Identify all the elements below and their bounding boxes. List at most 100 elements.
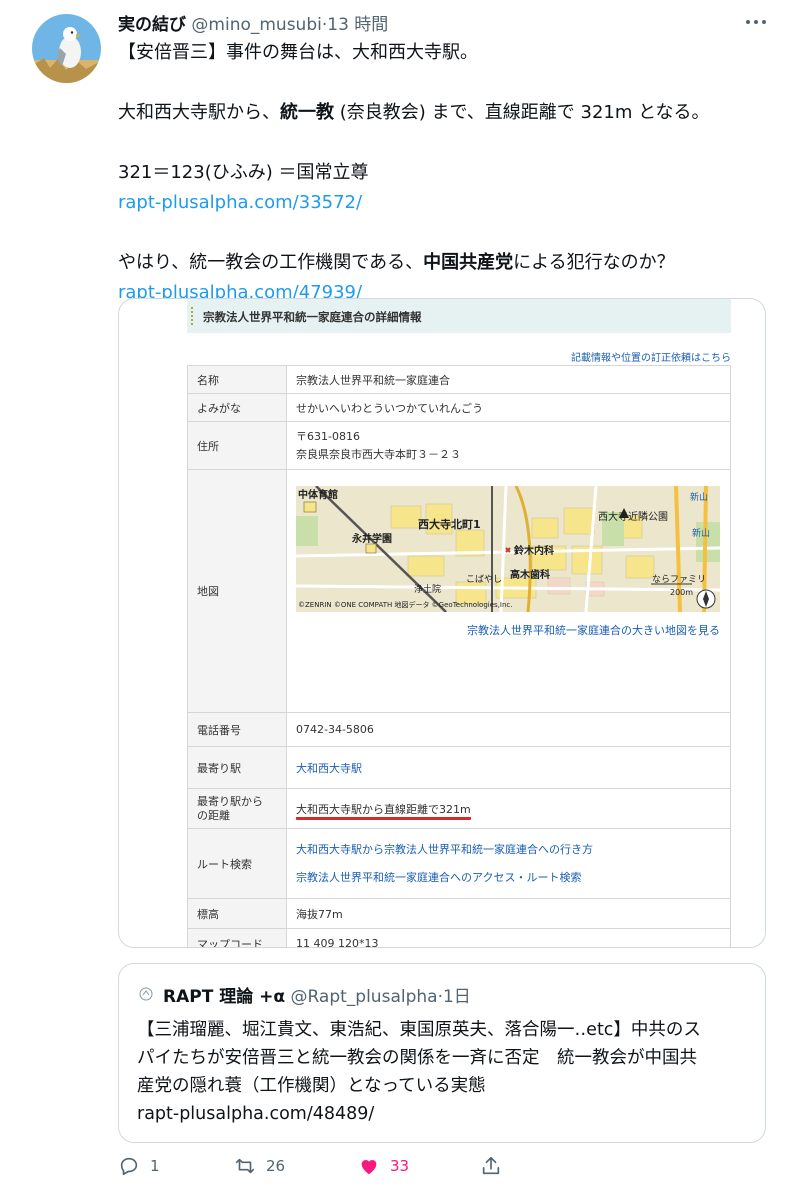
map-label-gym: 中体育館 (298, 490, 338, 501)
quoted-time: 1日 (442, 987, 471, 1007)
retweet-count: 26 (266, 1157, 286, 1175)
quoted-line-3: 産党の隠れ蓑（工作機関）となっている実態 (137, 1076, 486, 1096)
tweet-actions: 1 26 33 (118, 1152, 518, 1182)
row-key: 電話番号 (187, 712, 287, 747)
distance-value-underlined: 大和西大寺駅から直線距離で321m (296, 802, 471, 820)
quoted-text: 【三浦瑠麗、堀江貴文、東浩紀、東国原英夫、落合陽一‥etc】中共のス パイたちが… (137, 1016, 757, 1128)
share-icon (482, 1156, 500, 1175)
table-row: ルート検索 大和西大寺駅から宗教法人世界平和統一家庭連合への行き方 宗教法人世界… (187, 828, 731, 899)
tweet-line-1: 【安倍晋三】事件の舞台は、大和西大寺駅。 (118, 42, 478, 63)
author-handle[interactable]: @mino_musubi (191, 15, 321, 35)
row-value: 宗教法人世界平和統一家庭連合 (286, 365, 731, 394)
table-row: 電話番号 0742-34-5806 (187, 712, 731, 747)
tweet-line-2-bold: 統一教 (280, 102, 334, 123)
quoted-line-1: 【三浦瑠麗、堀江貴文、東浩紀、東国原英夫、落合陽一‥etc】中共のス (137, 1020, 701, 1040)
tweet-line-2-c: (奈良教会) まで、直線距離で 321m となる。 (334, 102, 710, 123)
station-link[interactable]: 大和西大寺駅 (286, 746, 731, 789)
table-row: よみがな せかいへいわとういつかていれんごう (187, 393, 731, 422)
tweet-link-1[interactable]: rapt-plusalpha.com/33572/ (118, 188, 778, 218)
map-scale: 200m (670, 588, 694, 597)
quoted-header: RAPT 理論 +α @Rapt_plusalpha·1日 (163, 982, 471, 1007)
retweet-icon (235, 1158, 255, 1174)
more-options-icon[interactable] (744, 14, 768, 28)
tweet-line-2-a: 大和西大寺駅から、 (118, 102, 280, 123)
row-value: 大和西大寺駅から直線距離で321m (286, 788, 731, 829)
like-count: 33 (390, 1157, 410, 1175)
tweet-line-4-bold: 中国共産党 (423, 252, 514, 273)
tweet-header: 実の結び @mino_musubi·13 時間 (118, 10, 388, 35)
row-key: 住所 (187, 421, 287, 470)
row-key: 最寄り駅 (187, 746, 287, 789)
row-value: 大和西大寺駅から宗教法人世界平和統一家庭連合への行き方 宗教法人世界平和統一家庭… (286, 828, 731, 899)
info-title: 宗教法人世界平和統一家庭連合の詳細情報 (203, 310, 422, 324)
row-value: 海抜77m (286, 898, 731, 929)
avatar-seagull-image (32, 14, 101, 83)
table-row: 住所 〒631-0816 奈良県奈良市西大寺本町３－２３ (187, 421, 731, 470)
quoted-avatar-icon (139, 986, 153, 1001)
info-title-bar: 宗教法人世界平和統一家庭連合の詳細情報 (187, 299, 731, 333)
row-key: よみがな (187, 393, 287, 422)
table-row: 名称 宗教法人世界平和統一家庭連合 (187, 365, 731, 394)
row-value-map: 中体育館 永井学園 西大寺北町1 西大寺近隣公園 鈴木内科 高木歯科 こばやし … (286, 469, 731, 713)
map-label-town: 西大寺北町1 (418, 518, 481, 531)
tweet-line-3: 321＝123(ひふみ) ＝国常立尊 (118, 162, 369, 183)
tweet-time[interactable]: 13 時間 (327, 15, 388, 35)
tweet-line-4-c: による犯行なのか？ (513, 252, 675, 273)
table-row: 標高 海抜77m (187, 898, 731, 929)
map-label-dental: 高木歯科 (510, 570, 550, 581)
quoted-line-2: パイたちが安倍晋三と統一教会の関係を一斉に否定 統一教会が中国共 (137, 1048, 697, 1068)
row-key: ルート検索 (187, 828, 287, 899)
row-key: マップコード (187, 928, 287, 947)
map-label-clinic: 鈴木内科 (514, 546, 554, 557)
share-button[interactable] (480, 1152, 512, 1180)
quoted-handle: @Rapt_plusalpha (290, 987, 438, 1007)
attached-image[interactable]: 宗教法人世界平和統一家庭連合の詳細情報 記載情報や位置の訂正依頼はこちら 名称 … (118, 298, 766, 948)
row-key: 地図 (187, 469, 287, 713)
quoted-display-name: RAPT 理論 +α (163, 987, 286, 1007)
table-row: マップコード 11 409 120*13 (187, 928, 731, 947)
row-key: 最寄り駅から の距離 (187, 788, 287, 829)
tweet-line-4: やはり、統一教会の工作機関である、中国共産党による犯行なのか？ (118, 248, 778, 278)
route-link-1[interactable]: 大和西大寺駅から宗教法人世界平和統一家庭連合への行き方 (296, 836, 730, 864)
address-line: 奈良県奈良市西大寺本町３－２３ (296, 447, 461, 461)
info-page-screenshot: 宗教法人世界平和統一家庭連合の詳細情報 記載情報や位置の訂正依頼はこちら 名称 … (187, 299, 731, 947)
reply-icon (120, 1157, 138, 1176)
map-label-shop: ならファミリ (652, 575, 707, 585)
heart-filled-icon (361, 1160, 377, 1175)
map-label-jodoin: 浄土院 (414, 585, 442, 595)
row-value: せかいへいわとういつかていれんごう (286, 393, 731, 422)
table-row: 最寄り駅から の距離 大和西大寺駅から直線距離で321m (187, 788, 731, 829)
avatar[interactable] (32, 14, 101, 83)
postal-code: 〒631-0816 (296, 429, 360, 443)
map-label-park: 西大寺近隣公園 (598, 512, 668, 523)
tweet-line-2: 大和西大寺駅から、統一教 (奈良教会) まで、直線距離で 321m となる。 (118, 98, 778, 128)
map-label-kindergarten: こばやし (466, 575, 503, 585)
row-key: 名称 (187, 365, 287, 394)
large-map-link[interactable]: 宗教法人世界平和統一家庭連合の大きい地図を見る (296, 622, 730, 638)
reply-count: 1 (150, 1157, 160, 1175)
map-graphic (296, 486, 720, 612)
info-table: 名称 宗教法人世界平和統一家庭連合 よみがな せかいへいわとういつかていれんごう… (187, 365, 731, 947)
row-value: 0742-34-5806 (286, 712, 731, 747)
correction-link[interactable]: 記載情報や位置の訂正依頼はこちら (571, 349, 731, 364)
row-value: 〒631-0816 奈良県奈良市西大寺本町３－２３ (286, 421, 731, 470)
map-copyright: ©ZENRIN ©ONE COMPATH 地図データ ©GeoTechnolog… (298, 601, 513, 609)
retweet-button[interactable]: 26 (234, 1152, 285, 1180)
map-image[interactable]: 中体育館 永井学園 西大寺北町1 西大寺近隣公園 鈴木内科 高木歯科 こばやし … (296, 486, 720, 612)
quoted-tweet[interactable]: RAPT 理論 +α @Rapt_plusalpha·1日 【三浦瑠麗、堀江貴文… (118, 963, 766, 1143)
quoted-link: rapt-plusalpha.com/48489/ (137, 1104, 375, 1124)
map-label-shinyama-2: 新山 (692, 529, 711, 539)
reply-button[interactable]: 1 (118, 1152, 160, 1180)
tweet-line-4-a: やはり、統一教会の工作機関である、 (118, 252, 424, 273)
row-value: 11 409 120*13 (286, 928, 731, 947)
row-key-line-2: の距離 (197, 808, 230, 822)
table-row: 地図 中体育館 永井学園 西大寺北町1 西大寺近隣公園 鈴木内科 高木歯科 こば… (187, 469, 731, 713)
map-label-school: 永井学園 (352, 534, 392, 545)
table-row: 最寄り駅 大和西大寺駅 (187, 746, 731, 789)
row-key-line-1: 最寄り駅から (197, 794, 263, 808)
map-label-shinyama-1: 新山 (690, 493, 709, 503)
route-link-2[interactable]: 宗教法人世界平和統一家庭連合へのアクセス・ルート検索 (296, 864, 730, 892)
like-button[interactable]: 33 (358, 1152, 409, 1180)
author-display-name[interactable]: 実の結び (118, 15, 186, 35)
row-key: 標高 (187, 898, 287, 929)
